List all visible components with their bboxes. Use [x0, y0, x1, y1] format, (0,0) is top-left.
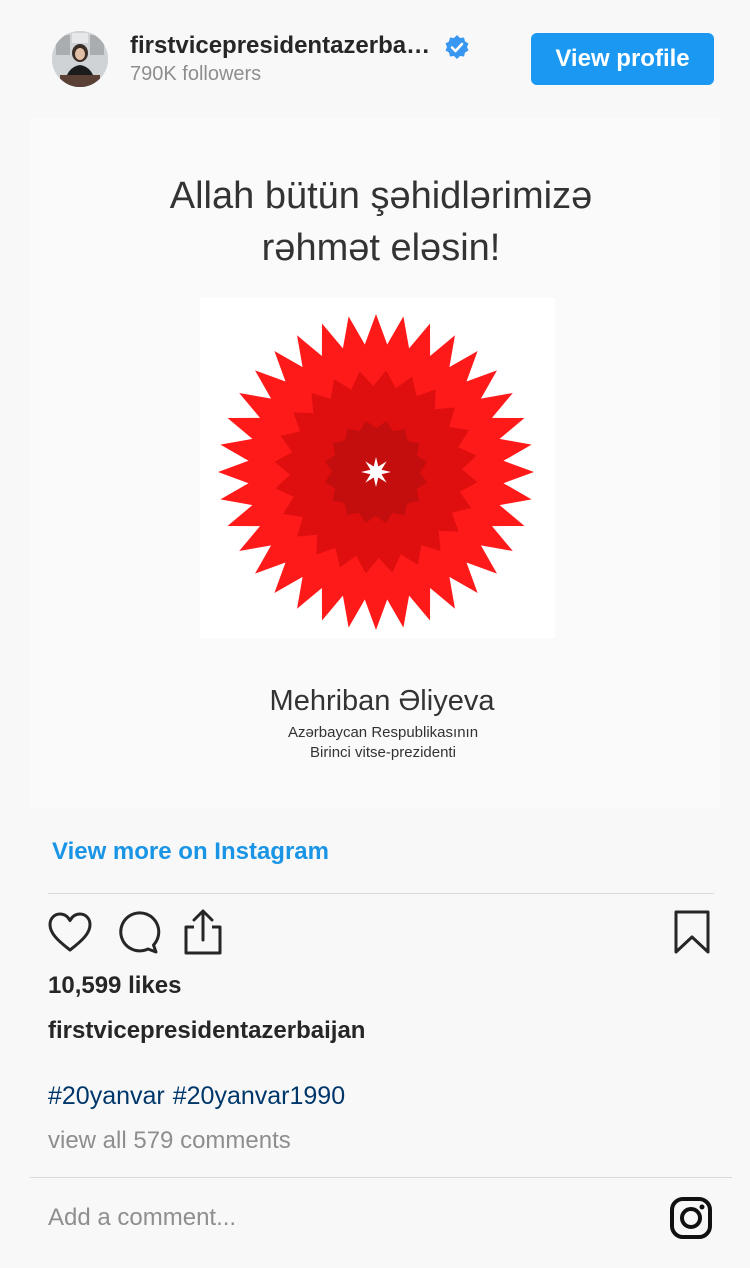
carnation-flower-icon [200, 298, 555, 638]
comment-input[interactable] [48, 1200, 608, 1236]
view-profile-button[interactable]: View profile [531, 33, 714, 85]
heart-icon[interactable] [47, 911, 93, 953]
verified-badge-icon [445, 35, 469, 59]
post-image[interactable]: Allah bütün şəhidlərimizə rəhmət eləsin!… [30, 118, 720, 808]
signature-name: Mehriban Əliyeva [270, 685, 496, 717]
view-more-on-instagram-link[interactable]: View more on Instagram [52, 838, 329, 866]
view-all-comments-link[interactable]: view all 579 comments [48, 1127, 291, 1155]
avatar-image [52, 31, 108, 87]
username[interactable]: firstvicepresidentazerba… [130, 32, 430, 60]
caption-username[interactable]: firstvicepresidentazerbaijan [48, 1017, 365, 1045]
signature-title-line2: Birinci vitse-prezidenti [310, 744, 456, 761]
avatar[interactable] [52, 31, 108, 87]
post-header: firstvicepresidentazerba… 790K followers… [0, 0, 750, 120]
post-text-line1: Allah bütün şəhidlərimizə [170, 175, 592, 217]
hashtag-link[interactable]: #20yanvar [48, 1082, 165, 1110]
divider [48, 893, 714, 894]
signature-title-line1: Azərbaycan Respublikasının [288, 724, 478, 741]
divider [30, 1177, 732, 1178]
hashtags: #20yanvar #20yanvar1990 [48, 1082, 353, 1111]
comment-icon[interactable] [115, 910, 161, 956]
follower-count: 790K followers [130, 63, 262, 85]
hashtag-link[interactable]: #20yanvar1990 [173, 1082, 345, 1110]
instagram-logo-icon[interactable] [669, 1196, 713, 1240]
share-icon[interactable] [181, 908, 225, 956]
bookmark-icon[interactable] [672, 909, 712, 955]
post-text-line2: rəhmət eləsin! [262, 227, 501, 269]
like-count[interactable]: 10,599 likes [48, 972, 181, 1000]
